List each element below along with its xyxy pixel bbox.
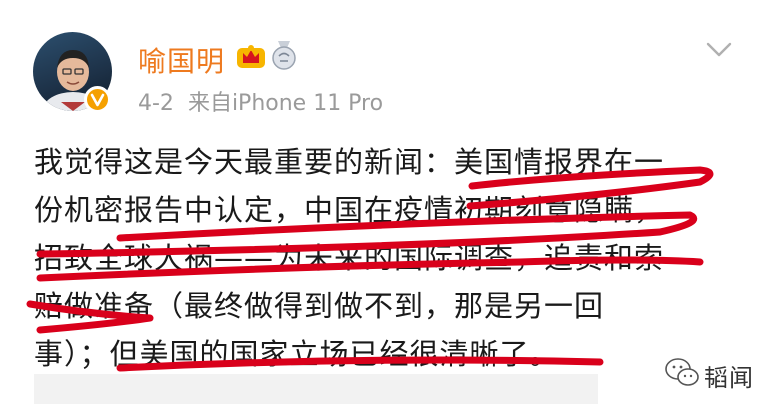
medal-icon[interactable] — [271, 40, 297, 70]
post-line-2: 份机密报告中认定，中国在疫情初期刻意隐瞒， — [34, 193, 665, 227]
wechat-logo — [665, 358, 699, 386]
author-name[interactable]: 喻国明 — [138, 40, 225, 80]
crown-vip-icon[interactable] — [236, 42, 266, 70]
post-meta: 4-2 来自iPhone 11 Pro — [138, 85, 383, 117]
post-date: 4-2 — [138, 91, 174, 116]
verified-v-icon — [84, 86, 111, 113]
post-source[interactable]: 来自iPhone 11 Pro — [188, 91, 383, 116]
post-body: 我觉得这是今天最重要的新闻：美国情报界在一 份机密报告中认定，中国在疫情初期刻意… — [34, 138, 734, 378]
attachment-preview[interactable] — [34, 374, 598, 404]
post-line-4: 赔做准备（最终做得到做不到，那是另一回 — [34, 289, 605, 323]
chevron-down-icon[interactable] — [706, 42, 732, 58]
post-line-1: 我觉得这是今天最重要的新闻：美国情报界在一 — [34, 145, 665, 179]
post-line-5: 事）；但美国的国家立场已经很清晰了。 — [34, 337, 560, 371]
post-line-3: 招致全球大祸——为未来的国际调查，追责和索 — [34, 241, 665, 275]
watermark-text: 韬闻 — [704, 364, 754, 392]
